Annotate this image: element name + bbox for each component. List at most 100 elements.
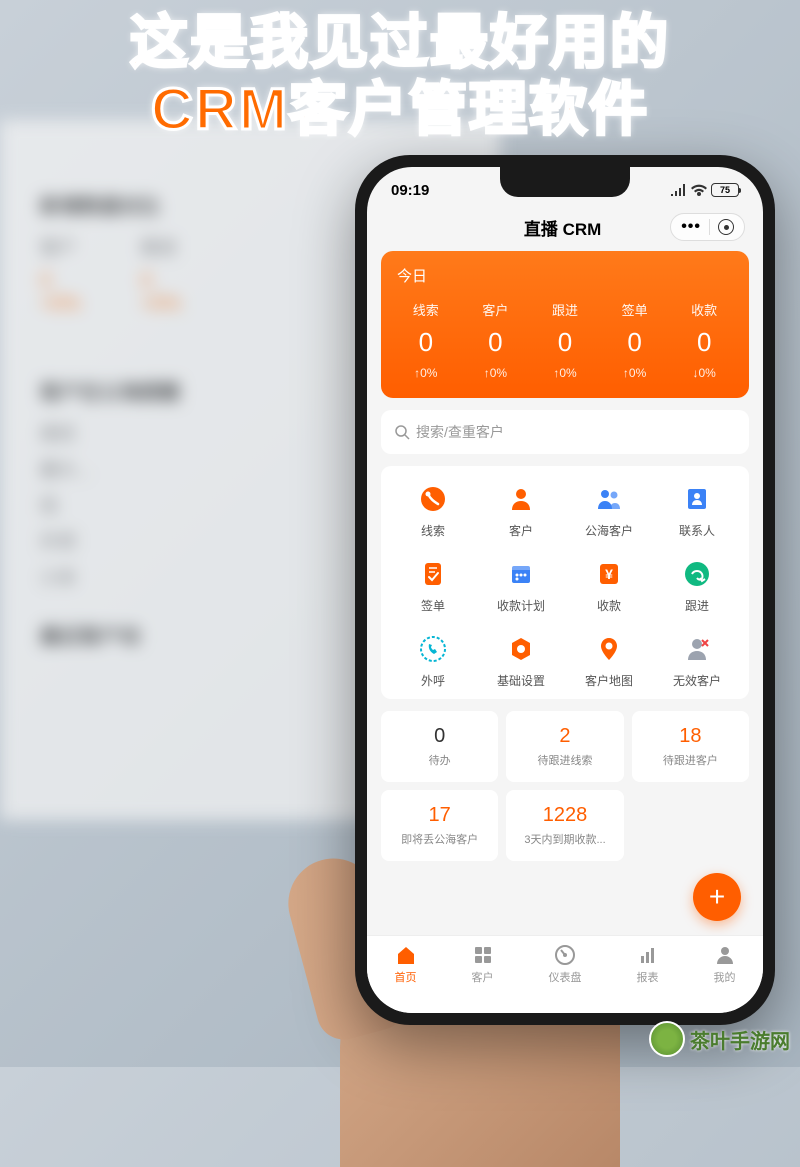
app-label: 公海客户	[585, 522, 633, 539]
tab-report[interactable]: 报表	[637, 944, 659, 1013]
payment-icon: ¥	[592, 557, 626, 591]
todo-label: 待跟进线索	[514, 752, 615, 768]
todo-card[interactable]: 18 待跟进客户	[632, 711, 749, 782]
call-icon	[416, 632, 450, 666]
today-stats-card: 今日 线索 0 ↑0% 客户 0 ↑0% 跟进 0 ↑0% 签单 0 ↑0% 收…	[381, 251, 749, 398]
todo-card[interactable]: 0 待办	[381, 711, 498, 782]
todo-count: 2	[514, 725, 615, 748]
search-input[interactable]: 搜索/查重客户	[381, 410, 749, 454]
app-item-invalid[interactable]: 无效客户	[653, 632, 741, 689]
app-item-call[interactable]: 外呼	[389, 632, 477, 689]
app-label: 外呼	[421, 672, 445, 689]
wifi-icon	[691, 184, 707, 196]
tab-dashboard[interactable]: 仪表盘	[549, 944, 582, 1013]
miniprogram-menu[interactable]: •••	[670, 213, 745, 241]
watermark-logo-icon	[649, 1021, 685, 1057]
app-label: 联系人	[679, 522, 715, 539]
stat-value: 0	[669, 327, 739, 358]
app-item-settings[interactable]: 基础设置	[477, 632, 565, 689]
tab-profile[interactable]: 我的	[714, 944, 736, 1013]
payment-plan-icon	[504, 557, 538, 591]
app-item-public-customer[interactable]: 公海客户	[565, 482, 653, 539]
svg-text:¥: ¥	[605, 566, 613, 582]
todo-label: 即将丢公海客户	[389, 831, 490, 847]
tab-home[interactable]: 首页	[395, 944, 417, 1013]
todo-count: 18	[640, 725, 741, 748]
todo-card[interactable]: 17 即将丢公海客户	[381, 790, 498, 861]
battery-icon: 75	[711, 183, 739, 197]
customer-icon	[504, 482, 538, 516]
stat-value: 0	[391, 327, 461, 358]
app-label: 跟进	[685, 597, 709, 614]
settings-icon	[504, 632, 538, 666]
app-item-lead[interactable]: 线索	[389, 482, 477, 539]
stat-item[interactable]: 跟进 0 ↑0%	[530, 300, 600, 380]
more-icon: •••	[681, 218, 701, 236]
phone-notch	[500, 167, 630, 197]
stat-item[interactable]: 线索 0 ↑0%	[391, 300, 461, 380]
invalid-icon	[680, 632, 714, 666]
status-time: 09:19	[391, 182, 429, 199]
contract-icon	[416, 557, 450, 591]
profile-icon	[714, 944, 736, 966]
app-item-payment-plan[interactable]: 收款计划	[477, 557, 565, 614]
search-placeholder: 搜索/查重客户	[416, 422, 504, 442]
add-button[interactable]: +	[693, 873, 741, 921]
lead-icon	[416, 482, 450, 516]
tab-grid[interactable]: 客户	[472, 944, 494, 1013]
todo-row-2: 17 即将丢公海客户 1228 3天内到期收款...	[381, 790, 749, 861]
app-label: 客户	[509, 522, 533, 539]
signal-icon	[671, 184, 687, 196]
stat-delta: ↓0%	[669, 366, 739, 380]
contact-icon	[680, 482, 714, 516]
report-icon	[637, 944, 659, 966]
app-label: 基础设置	[497, 672, 545, 689]
todo-label: 3天内到期收款...	[514, 831, 615, 847]
stat-item[interactable]: 客户 0 ↑0%	[461, 300, 531, 380]
stat-value: 0	[600, 327, 670, 358]
watermark-text: 茶叶手游网	[690, 1025, 790, 1054]
app-item-contact[interactable]: 联系人	[653, 482, 741, 539]
map-icon	[592, 632, 626, 666]
tab-label: 报表	[637, 969, 659, 985]
app-item-map[interactable]: 客户地图	[565, 632, 653, 689]
app-item-payment[interactable]: ¥ 收款	[565, 557, 653, 614]
todo-row-1: 0 待办 2 待跟进线索 18 待跟进客户	[381, 711, 749, 782]
todo-label: 待跟进客户	[640, 752, 741, 768]
nav-bar: 直播 CRM •••	[367, 207, 763, 251]
stat-item[interactable]: 签单 0 ↑0%	[600, 300, 670, 380]
stat-label: 签单	[600, 300, 670, 319]
app-label: 收款计划	[497, 597, 545, 614]
todo-card[interactable]: 1228 3天内到期收款...	[506, 790, 623, 861]
todo-card[interactable]: 2 待跟进线索	[506, 711, 623, 782]
function-grid: 线索 客户 公海客户 联系人 签单 收款计划 ¥ 收款 跟进 外呼 基础设置 客…	[381, 466, 749, 699]
app-item-contract[interactable]: 签单	[389, 557, 477, 614]
dashboard-icon	[554, 944, 576, 966]
promo-overlay-text: 这是我见过最好用的 CRM客户管理软件	[0, 10, 800, 143]
stat-value: 0	[461, 327, 531, 358]
phone-frame: 09:19 75 直播 CRM •••	[355, 155, 775, 1025]
app-title: 直播 CRM	[455, 215, 670, 240]
todo-count: 17	[389, 804, 490, 827]
search-icon	[395, 425, 410, 440]
stat-value: 0	[530, 327, 600, 358]
tab-label: 首页	[395, 969, 417, 985]
tab-label: 仪表盘	[549, 969, 582, 985]
stat-label: 跟进	[530, 300, 600, 319]
app-label: 线索	[421, 522, 445, 539]
stat-delta: ↑0%	[600, 366, 670, 380]
stat-label: 线索	[391, 300, 461, 319]
stat-delta: ↑0%	[391, 366, 461, 380]
app-item-customer[interactable]: 客户	[477, 482, 565, 539]
todo-label: 待办	[389, 752, 490, 768]
plus-icon: +	[709, 881, 725, 913]
bottom-tab-bar: 首页 客户 仪表盘 报表 我的	[367, 935, 763, 1013]
tab-label: 我的	[714, 969, 736, 985]
public-customer-icon	[592, 482, 626, 516]
stat-item[interactable]: 收款 0 ↓0%	[669, 300, 739, 380]
today-label[interactable]: 今日	[391, 265, 739, 286]
todo-count: 1228	[514, 804, 615, 827]
app-label: 无效客户	[673, 672, 721, 689]
app-item-followup[interactable]: 跟进	[653, 557, 741, 614]
watermark: 茶叶手游网	[649, 1021, 790, 1057]
